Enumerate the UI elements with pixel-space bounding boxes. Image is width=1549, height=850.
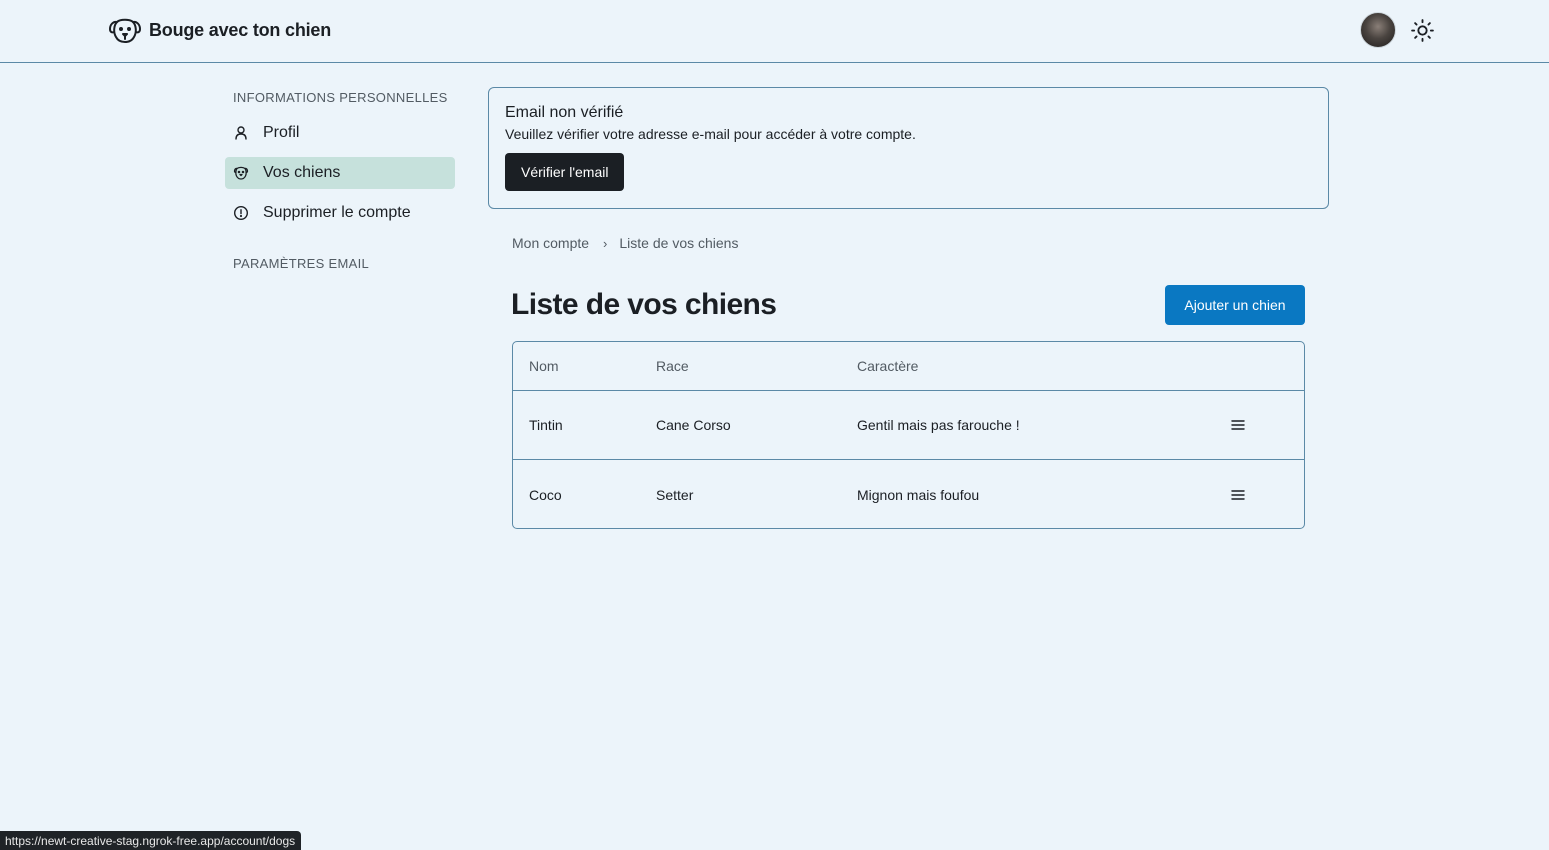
section-heading-email[interactable]: PARAMÈTRES EMAIL: [225, 256, 455, 271]
cell-nom: Coco: [529, 486, 562, 503]
sidebar-item-label: Supprimer le compte: [263, 204, 411, 221]
sidebar-item-label: Profil: [263, 124, 300, 141]
brand-link[interactable]: Bouge avec ton chien: [108, 16, 331, 44]
alert-title: Email non vérifié: [505, 104, 624, 121]
breadcrumb: Mon compte › Liste de vos chiens: [512, 235, 738, 251]
breadcrumb-mon-compte[interactable]: Mon compte: [512, 235, 589, 251]
verify-email-button[interactable]: Vérifier l'email: [505, 153, 625, 191]
sidebar-item-label: Vos chiens: [263, 164, 341, 181]
cell-nom: Tintin: [529, 417, 563, 433]
hamburger-menu-icon[interactable]: [1229, 486, 1247, 504]
table-row: Tintin Cane Corso Gentil mais pas farouc…: [513, 391, 1304, 460]
alert-text: Veuillez vérifier votre adresse e-mail p…: [505, 126, 916, 142]
user-avatar[interactable]: [1360, 12, 1396, 48]
browser-status-bar: https://newt-creative-stag.ngrok-free.ap…: [0, 831, 302, 850]
sidebar-item-supprimer-compte[interactable]: Supprimer le compte: [225, 197, 455, 229]
hamburger-menu-icon[interactable]: [1229, 416, 1247, 434]
column-header-nom: Nom: [529, 358, 559, 374]
add-dog-button[interactable]: Ajouter un chien: [1165, 285, 1305, 325]
sun-icon[interactable]: [1410, 18, 1435, 43]
dog-icon: [233, 166, 249, 180]
sidebar-item-vos-chiens[interactable]: Vos chiens: [225, 157, 455, 189]
dog-face-icon: [109, 18, 141, 43]
cell-caractere: Gentil mais pas farouche !: [857, 417, 1020, 433]
column-header-race: Race: [656, 358, 689, 374]
user-icon: [235, 126, 247, 140]
brand-name: Bouge avec ton chien: [149, 19, 332, 40]
cell-race: Cane Corso: [656, 417, 731, 433]
breadcrumb-separator: ›: [603, 235, 608, 251]
cell-race: Setter: [656, 486, 694, 503]
column-header-caractere: Caractère: [857, 358, 919, 374]
breadcrumb-current: Liste de vos chiens: [619, 235, 739, 251]
email-verification-alert: Email non vérifié Veuillez vérifier votr…: [488, 87, 1329, 209]
account-sidebar: INFORMATIONS PERSONNELLES Profil Vos chi…: [225, 88, 455, 271]
table-header-row: Nom Race Caractère: [513, 342, 1304, 391]
section-heading-personal: INFORMATIONS PERSONNELLES: [233, 90, 448, 105]
sidebar-item-profil[interactable]: Profil: [225, 117, 455, 149]
dogs-table: Nom Race Caractère Tintin Cane Corso Gen…: [512, 341, 1305, 529]
top-header: Bouge avec ton chien: [0, 0, 1549, 63]
cell-caractere: Mignon mais foufou: [857, 486, 980, 503]
page-title: Liste de vos chiens: [511, 288, 777, 321]
table-row: Coco Setter Mignon mais foufou: [513, 460, 1304, 528]
alert-circle-icon: [233, 205, 249, 221]
